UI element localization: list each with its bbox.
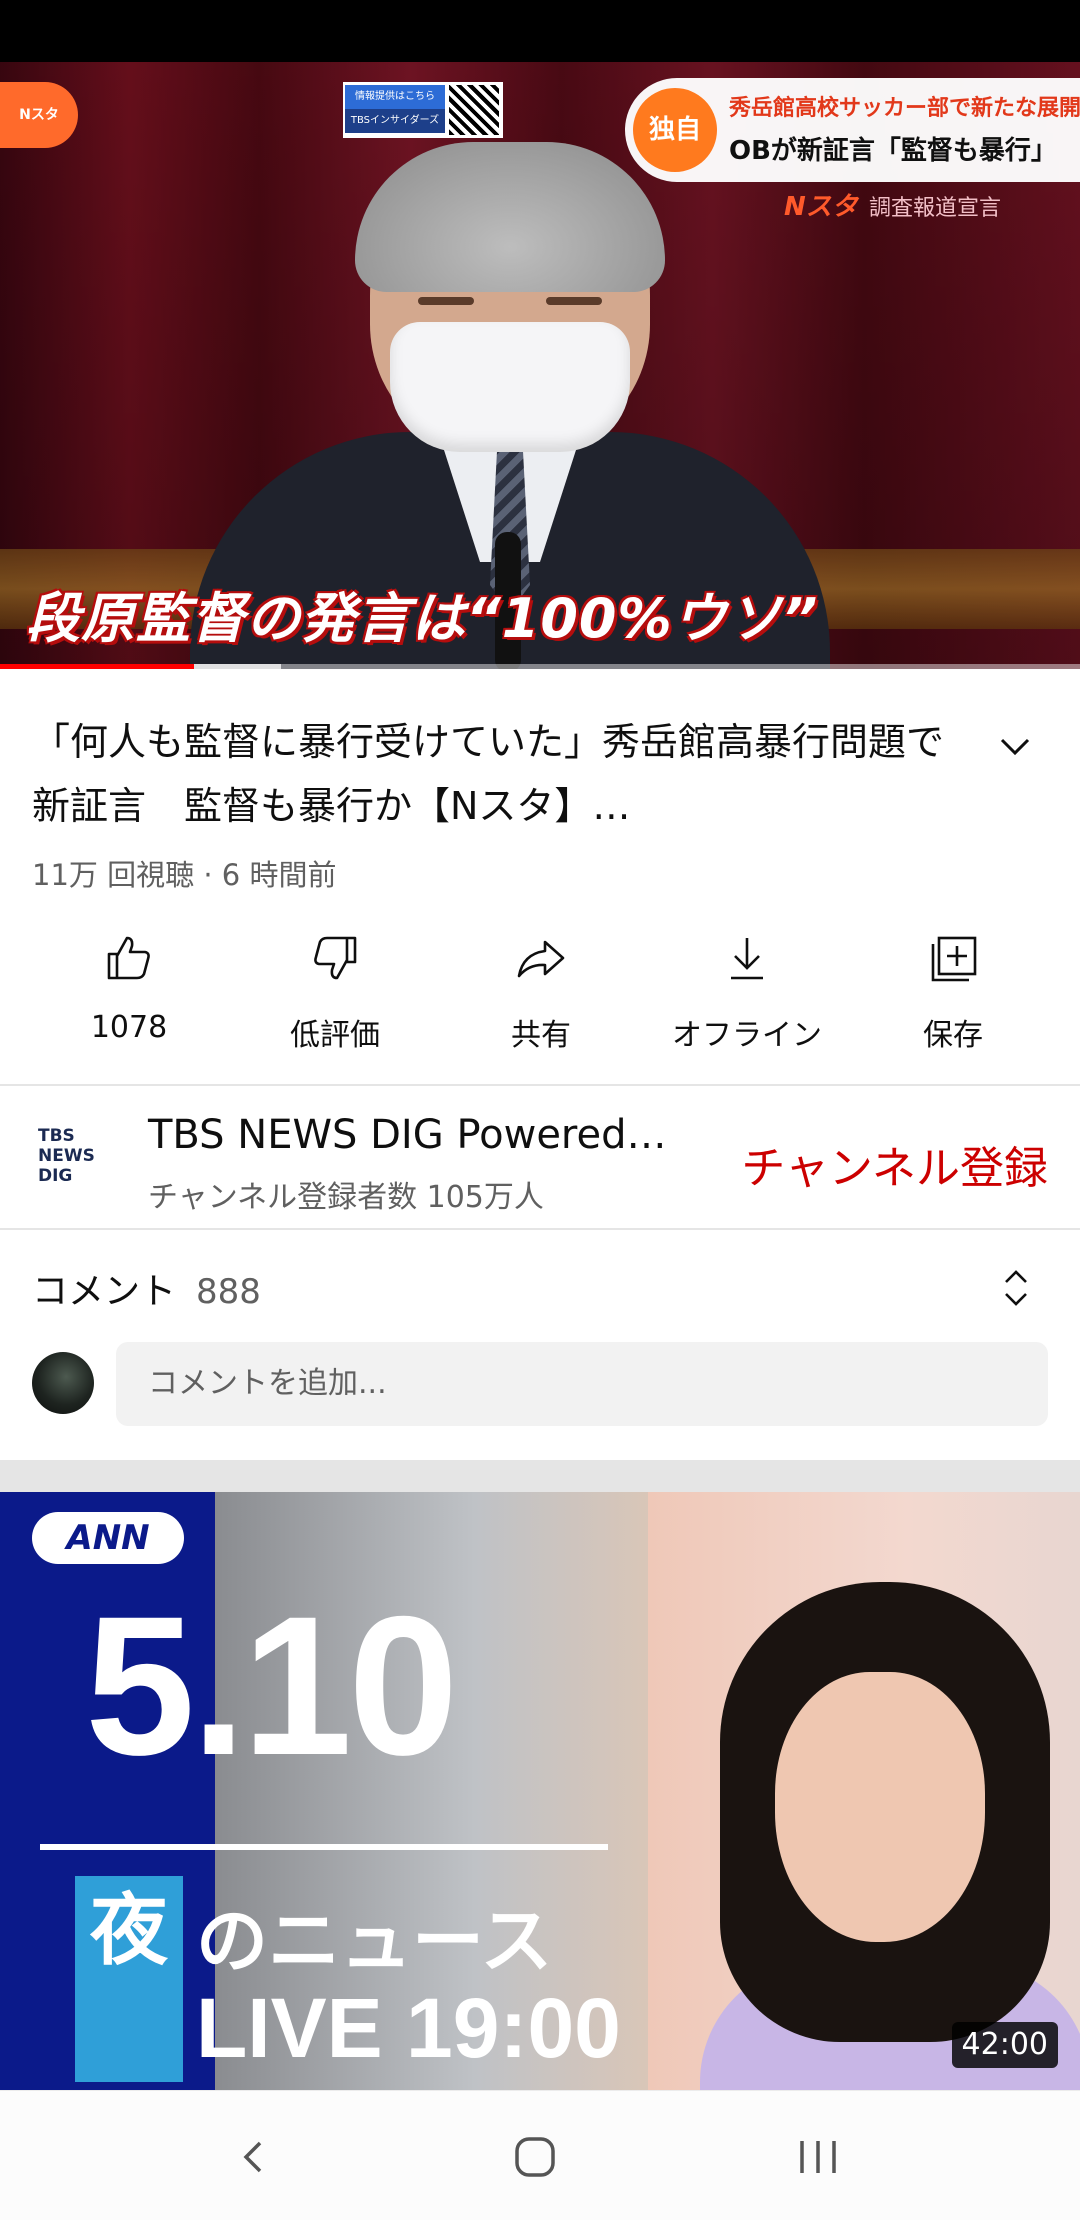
video-title[interactable]: 「何人も監督に暴行受けていた」秀岳館高暴行問題で新証言 監督も暴行か【Nスタ】…	[32, 710, 952, 838]
headline-line1: 秀岳館高校サッカー部で新たな展開	[729, 96, 1080, 121]
home-icon[interactable]	[505, 2129, 565, 2185]
video-duration-badge: 42:00	[951, 2022, 1058, 2068]
subscribe-button[interactable]: チャンネル登録	[741, 1132, 1048, 1196]
network-logo: ANN	[32, 1512, 184, 1564]
qr-label: 情報提供はこちら TBSインサイダーズ	[345, 85, 445, 133]
channel-watermark-logo: Nスタ	[0, 82, 78, 148]
channel-name[interactable]: TBS NEWS DIG Powered…	[148, 1112, 667, 1158]
add-comment-input[interactable]: コメントを追加...	[116, 1342, 1048, 1426]
news-headline-card: 独自 秀岳館高校サッカー部で新たな展開 OBが新証言「監督も暴行」	[625, 78, 1080, 182]
comments-header: コメント 888	[32, 1262, 261, 1314]
thumbnail-date: 5.10	[85, 1575, 458, 1796]
video-progress-bar[interactable]	[0, 664, 1080, 669]
program-logo: Nスタ	[784, 192, 858, 222]
thumbnail-yoru: 夜	[75, 1876, 183, 2082]
video-caption: 段原監督の発言は“100%ウソ”	[26, 587, 819, 650]
channel-subscriber-count: チャンネル登録者数 105万人	[148, 1180, 544, 1215]
program-logo-strip: Nスタ 調査報道宣言	[784, 186, 1080, 224]
thumbnail-live-time: LIVE 19:00	[196, 1981, 621, 2075]
action-row: 1078 低評価 共有 オフライン 保存	[0, 930, 1080, 1060]
user-avatar	[32, 1352, 94, 1414]
download-label: オフライン	[672, 1018, 822, 1053]
system-navigation-bar	[0, 2090, 1080, 2220]
save-label: 保存	[923, 1018, 983, 1053]
like-count: 1078	[90, 1010, 168, 1045]
dislike-button[interactable]: 低評価	[232, 930, 438, 1054]
expand-collapse-icon[interactable]	[998, 1264, 1034, 1312]
download-icon	[731, 938, 763, 980]
video-player[interactable]: Nスタ 情報提供はこちら TBSインサイダーズ 独自 秀岳館高校サッカー部で新た…	[0, 62, 1080, 669]
status-bar	[0, 0, 1080, 62]
qr-code-box: 情報提供はこちら TBSインサイダーズ	[343, 82, 503, 138]
back-icon[interactable]	[224, 2129, 284, 2185]
save-button[interactable]: 保存	[850, 930, 1056, 1054]
video-meta: 11万 回視聴 · 6 時間前	[32, 858, 337, 892]
share-button[interactable]: 共有	[438, 930, 644, 1054]
channel-row[interactable]: TBS NEWS DIG TBS NEWS DIG Powered… チャンネル…	[0, 1088, 1080, 1228]
progress-buffered	[194, 664, 281, 669]
progress-played	[0, 664, 195, 669]
section-separator	[0, 1460, 1080, 1492]
thumbnail-rule	[40, 1844, 608, 1850]
qr-code	[449, 85, 499, 135]
recent-apps-icon[interactable]	[788, 2129, 848, 2185]
next-video-thumbnail[interactable]: ANN 5.10 夜 のニュース LIVE 19:00 42:00	[0, 1492, 1080, 2090]
exclusive-badge: 独自	[633, 88, 717, 172]
comments-count: 888	[196, 1272, 261, 1312]
channel-avatar[interactable]: TBS NEWS DIG	[38, 1126, 116, 1196]
comments-section[interactable]: コメント 888 コメントを追加...	[0, 1230, 1080, 1460]
chevron-down-icon	[1000, 738, 1030, 756]
headline-line2: OBが新証言「監督も暴行」	[729, 136, 1057, 166]
share-icon	[517, 940, 565, 978]
comments-label: コメント	[32, 1271, 177, 1312]
share-label: 共有	[511, 1018, 571, 1053]
anchor-face	[775, 1672, 985, 1942]
thumbnail-news-label: のニュース	[196, 1899, 553, 1983]
like-button[interactable]: 1078	[26, 930, 232, 1045]
divider	[0, 1084, 1080, 1086]
download-button[interactable]: オフライン	[644, 930, 850, 1054]
thumbs-up-icon	[107, 936, 150, 980]
dislike-label: 低評価	[290, 1018, 380, 1053]
expand-description-button[interactable]	[990, 722, 1040, 772]
video-title-block[interactable]: 「何人も監督に暴行受けていた」秀岳館高暴行問題で新証言 監督も暴行か【Nスタ】…	[32, 710, 952, 838]
thumbs-down-icon	[314, 936, 357, 980]
save-playlist-icon	[931, 936, 977, 982]
program-caption: 調査報道宣言	[869, 196, 1002, 221]
